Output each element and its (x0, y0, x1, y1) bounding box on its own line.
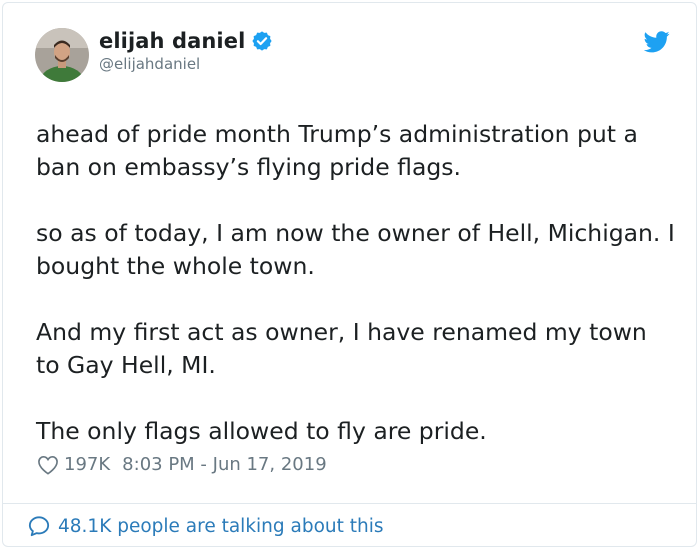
tweet-paragraph: so as of today, I am now the owner of He… (36, 219, 675, 280)
author-handle[interactable]: @elijahdaniel (99, 55, 200, 73)
tweet-meta: 197K 8:03 PM - Jun 17, 2019 (37, 454, 327, 475)
tweet-card: elijah daniel @elijahdaniel ahead of pri… (2, 2, 697, 547)
avatar[interactable] (35, 28, 89, 82)
talking-label[interactable]: 48.1K people are talking about this (58, 516, 384, 537)
author-display-name[interactable]: elijah daniel (99, 29, 245, 53)
tweet-paragraph: And my first act as owner, I have rename… (36, 318, 647, 379)
like-count[interactable]: 197K (64, 454, 110, 475)
tweet-text: ahead of pride month Trump’s administrat… (36, 118, 676, 481)
talking-link[interactable]: 48.1K people are talking about this (28, 515, 384, 537)
avatar-photo (35, 28, 89, 82)
heart-icon[interactable] (37, 455, 59, 475)
twitter-bird-icon[interactable] (644, 31, 670, 53)
verified-badge-icon (252, 31, 272, 51)
tweet-paragraph: The only flags allowed to fly are pride. (36, 417, 487, 445)
tweet-timestamp[interactable]: 8:03 PM - Jun 17, 2019 (122, 454, 326, 475)
footer-divider (3, 503, 696, 504)
tweet-paragraph: ahead of pride month Trump’s administrat… (36, 120, 638, 181)
speech-bubble-icon (28, 516, 50, 537)
